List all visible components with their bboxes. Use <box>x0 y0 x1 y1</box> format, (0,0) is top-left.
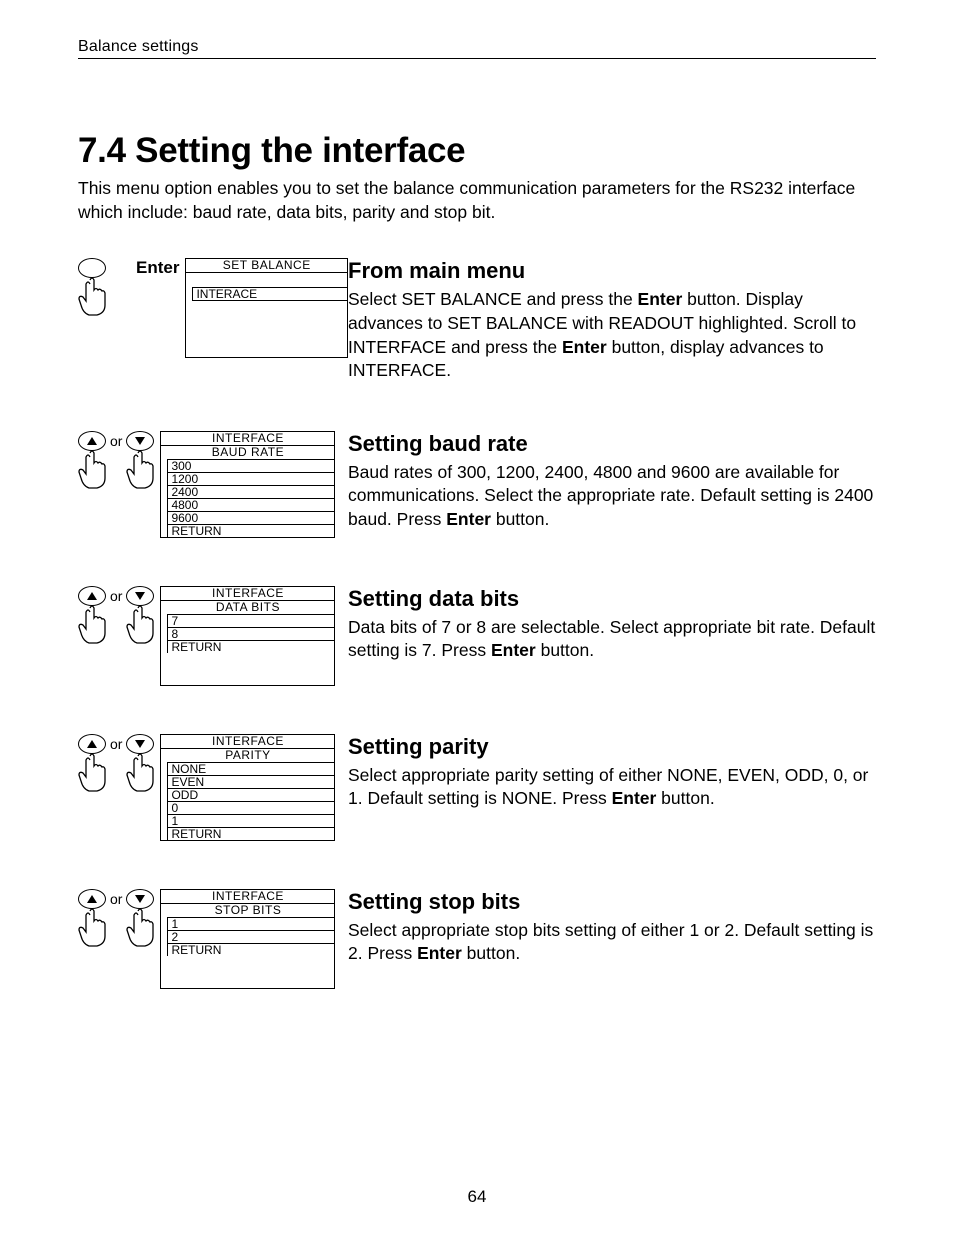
lcd-stop-bits: INTERFACE STOP BITS 1 2 RETURN <box>160 889 335 989</box>
triangle-up-icon <box>87 895 97 903</box>
down-button-icon <box>126 431 154 451</box>
section-heading: Setting data bits <box>348 586 876 612</box>
up-button-icon <box>78 586 106 606</box>
enter-press-cluster: Enter <box>78 258 179 316</box>
lcd-item: RETURN <box>168 525 334 537</box>
press-hand-icon <box>78 449 106 489</box>
lcd-item-selected: 2 <box>168 931 335 944</box>
lcd-baud-rate: INTERFACE BAUD RATE 300 1200 2400 4800 9… <box>160 431 335 538</box>
press-hand-icon <box>78 604 106 644</box>
enter-button-icon <box>78 258 106 278</box>
or-label: or <box>110 431 122 449</box>
body-text: button. <box>536 640 594 660</box>
body-bold: Enter <box>562 337 607 357</box>
up-button-icon <box>78 889 106 909</box>
triangle-up-icon <box>87 740 97 748</box>
triangle-up-icon <box>87 592 97 600</box>
triangle-down-icon <box>135 895 145 903</box>
press-hand-icon <box>126 752 154 792</box>
or-label: or <box>110 586 122 604</box>
lcd-item: RETURN <box>168 944 334 956</box>
section-heading: Setting stop bits <box>348 889 876 915</box>
lcd-header: SET BALANCE <box>186 259 347 273</box>
body-text: Data bits of 7 or 8 are selectable. Sele… <box>348 617 875 661</box>
enter-label: Enter <box>136 258 179 278</box>
lcd-header: INTERFACE <box>161 890 334 904</box>
lcd-item-selected: 2400 <box>168 486 335 499</box>
arrow-press-cluster: or <box>78 586 154 644</box>
intro-text: This menu option enables you to set the … <box>78 177 876 224</box>
or-label: or <box>110 889 122 907</box>
body-bold: Enter <box>638 289 683 309</box>
lcd-item-selected: 7 <box>168 615 335 628</box>
press-hand-icon <box>78 276 106 316</box>
lcd-item: 1 <box>168 918 334 931</box>
running-head: Balance settings <box>78 38 876 59</box>
press-hand-icon <box>126 604 154 644</box>
body-text: button. <box>491 509 549 529</box>
page-title: 7.4 Setting the interface <box>78 131 876 171</box>
section-heading: Setting baud rate <box>348 431 876 457</box>
body-bold: Enter <box>491 640 536 660</box>
section-body: Data bits of 7 or 8 are selectable. Sele… <box>348 616 876 663</box>
body-text: Baud rates of 300, 1200, 2400, 4800 and … <box>348 462 873 529</box>
lcd-subheader: STOP BITS <box>161 904 334 917</box>
triangle-down-icon <box>135 437 145 445</box>
lcd-header: INTERFACE <box>161 432 334 446</box>
lcd-item: 0 <box>168 802 334 815</box>
down-button-icon <box>126 889 154 909</box>
arrow-press-cluster: or <box>78 431 154 489</box>
or-label: or <box>110 734 122 752</box>
body-text: Select appropriate parity setting of eit… <box>348 765 868 809</box>
lcd-item: 4800 <box>168 499 334 512</box>
triangle-down-icon <box>135 592 145 600</box>
lcd-item: 1 <box>168 815 334 828</box>
lcd-item-selected: NONE <box>168 763 335 776</box>
down-button-icon <box>126 586 154 606</box>
body-bold: Enter <box>446 509 491 529</box>
page-number: 64 <box>0 1187 954 1207</box>
lcd-subheader: PARITY <box>161 749 334 762</box>
lcd-item: EVEN <box>168 776 334 789</box>
lcd-subheader: DATA BITS <box>161 601 334 614</box>
section-body: Select SET BALANCE and press the Enter b… <box>348 288 876 383</box>
section-body: Baud rates of 300, 1200, 2400, 4800 and … <box>348 461 876 532</box>
body-bold: Enter <box>612 788 657 808</box>
lcd-item: ODD <box>168 789 334 802</box>
body-bold: Enter <box>417 943 462 963</box>
press-hand-icon <box>126 907 154 947</box>
triangle-down-icon <box>135 740 145 748</box>
lcd-subheader: BAUD RATE <box>161 446 334 459</box>
lcd-item: 1200 <box>168 473 334 486</box>
down-button-icon <box>126 734 154 754</box>
up-button-icon <box>78 734 106 754</box>
lcd-item: 300 <box>168 460 334 473</box>
triangle-up-icon <box>87 437 97 445</box>
lcd-header: INTERFACE <box>161 587 334 601</box>
section-heading: Setting parity <box>348 734 876 760</box>
body-text: button. <box>656 788 714 808</box>
body-text: Select SET BALANCE and press the <box>348 289 638 309</box>
section-heading: From main menu <box>348 258 876 284</box>
arrow-press-cluster: or <box>78 889 154 947</box>
press-hand-icon <box>78 752 106 792</box>
body-text: button. <box>462 943 520 963</box>
press-hand-icon <box>126 449 154 489</box>
lcd-item: INTERACE <box>192 287 347 301</box>
lcd-data-bits: INTERFACE DATA BITS 7 8 RETURN <box>160 586 335 686</box>
press-hand-icon <box>78 907 106 947</box>
lcd-item: 9600 <box>168 512 334 525</box>
lcd-parity: INTERFACE PARITY NONE EVEN ODD 0 1 RETUR… <box>160 734 335 841</box>
arrow-press-cluster: or <box>78 734 154 792</box>
lcd-header: INTERFACE <box>161 735 334 749</box>
lcd-item: RETURN <box>168 828 334 840</box>
up-button-icon <box>78 431 106 451</box>
lcd-item: 8 <box>168 628 334 641</box>
lcd-item: RETURN <box>168 641 334 653</box>
lcd-set-balance: SET BALANCE INTERACE <box>185 258 348 358</box>
section-body: Select appropriate stop bits setting of … <box>348 919 876 966</box>
section-body: Select appropriate parity setting of eit… <box>348 764 876 811</box>
